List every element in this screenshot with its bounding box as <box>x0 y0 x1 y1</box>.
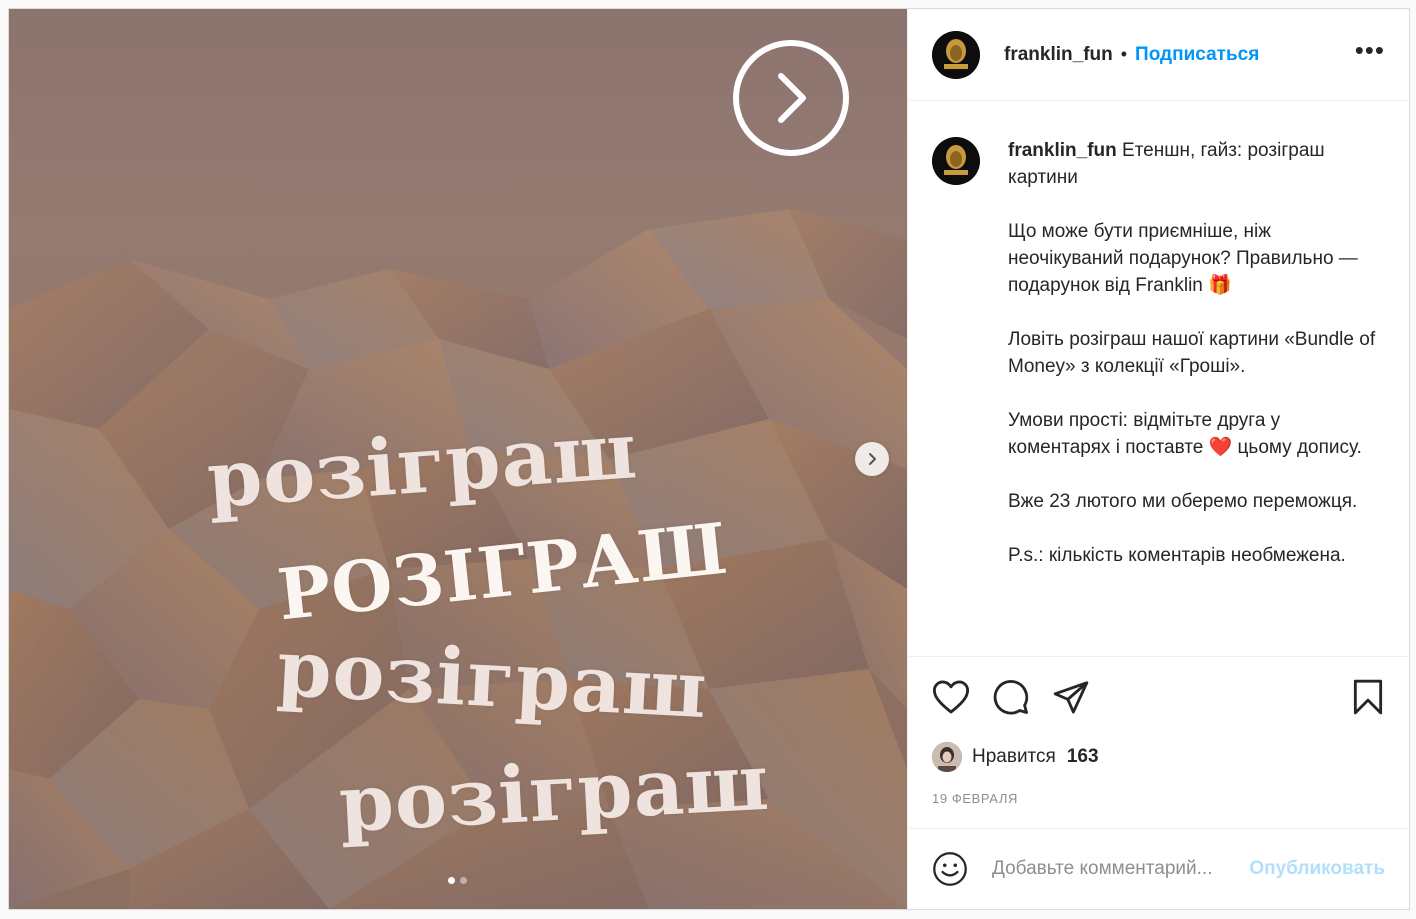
post-header: franklin_fun • Подписаться ••• <box>908 9 1409 101</box>
franklin-logo-icon <box>932 30 980 79</box>
liker-avatar[interactable] <box>932 742 962 772</box>
caption-text: franklin_fun Етеншн, гайз: розіграш карт… <box>1008 137 1382 656</box>
instagram-post: розіграш РОЗІГРАШ розіграш розіграш fran… <box>8 8 1410 910</box>
caption-paragraph: Що може бути приємніше, ніж неочікуваний… <box>1008 221 1358 296</box>
caption-paragraph: Ловіть розіграш нашої картини «Bundle of… <box>1008 329 1376 377</box>
caption-avatar[interactable] <box>932 137 980 185</box>
caption-section: franklin_fun Етеншн, гайз: розіграш карт… <box>908 101 1409 657</box>
carousel-dot <box>460 877 467 884</box>
post-date[interactable]: 19 февраля <box>908 777 1409 829</box>
more-options-icon[interactable]: ••• <box>1355 37 1385 73</box>
likes-label[interactable]: Нравится <box>972 746 1056 768</box>
post-side-panel: franklin_fun • Подписаться ••• franklin_… <box>907 9 1409 909</box>
large-next-arrow-icon <box>733 40 849 156</box>
post-media[interactable]: розіграш РОЗІГРАШ розіграш розіграш <box>9 9 907 909</box>
action-bar <box>908 657 1409 737</box>
chevron-right-icon <box>869 453 876 465</box>
next-slide-button[interactable] <box>855 442 889 476</box>
bookmark-icon[interactable] <box>1351 678 1385 716</box>
comment-input[interactable] <box>992 858 1250 880</box>
share-send-icon[interactable] <box>1052 678 1090 716</box>
comment-form: Опубликовать <box>908 829 1409 909</box>
overlay-word: розіграш <box>274 622 710 737</box>
avatar[interactable] <box>932 30 980 79</box>
likes-row: Нравится 163 <box>908 737 1409 777</box>
like-heart-icon[interactable] <box>932 679 970 715</box>
franklin-logo-icon <box>932 137 980 185</box>
carousel-dots <box>448 877 467 884</box>
separator-dot: • <box>1120 44 1128 64</box>
overlay-word: розіграш <box>336 736 772 851</box>
post-author-username[interactable]: franklin_fun <box>1004 44 1113 66</box>
caption-paragraph: Вже 23 лютого ми оберемо переможця. <box>1008 491 1358 512</box>
caption-paragraph: P.s.: кількість коментарів необмежена. <box>1008 545 1346 566</box>
caption-paragraph: Умови прості: відмітьте друга у коментар… <box>1008 410 1362 458</box>
publish-button[interactable]: Опубликовать <box>1249 858 1385 880</box>
carousel-dot-active <box>448 877 455 884</box>
caption-username[interactable]: franklin_fun <box>1008 140 1117 161</box>
comment-bubble-icon[interactable] <box>992 678 1030 716</box>
likes-count[interactable]: 163 <box>1067 746 1099 768</box>
follow-button[interactable]: Подписаться <box>1135 44 1259 66</box>
emoji-smiley-icon[interactable] <box>932 851 968 887</box>
